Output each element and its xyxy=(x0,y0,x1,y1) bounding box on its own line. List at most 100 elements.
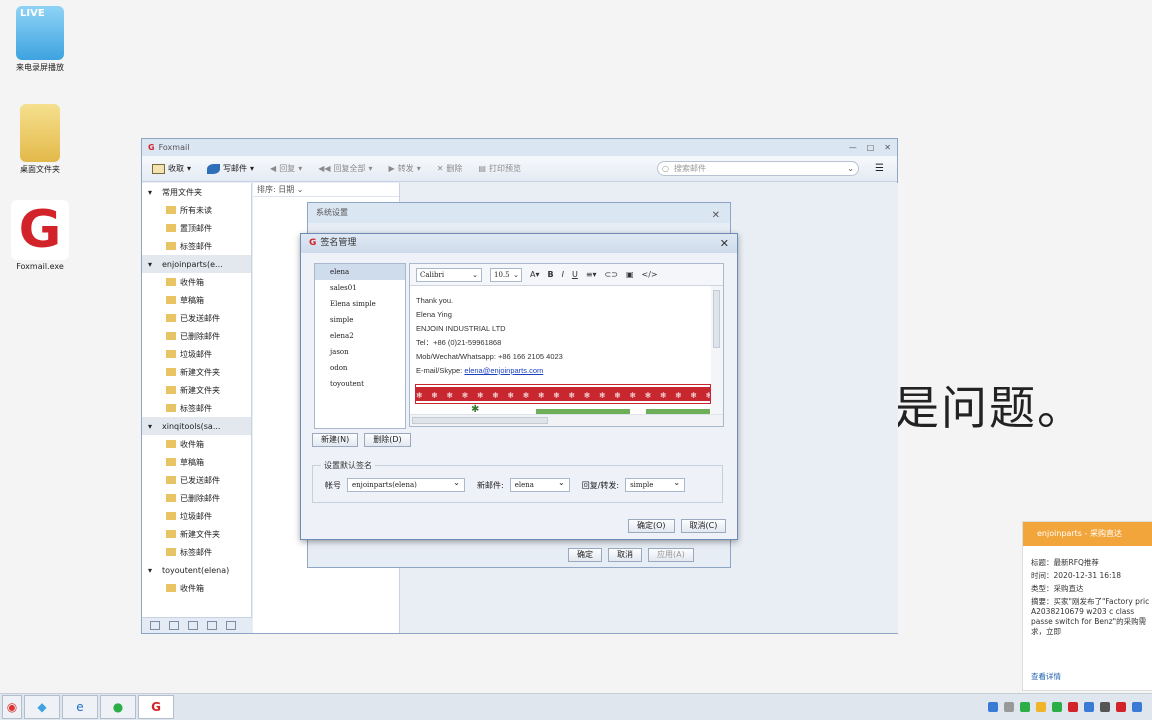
sidebar-folder[interactable]: 标签邮件 xyxy=(142,237,251,255)
html-source-icon[interactable]: </> xyxy=(642,270,658,279)
tray-icon[interactable] xyxy=(1116,702,1126,712)
wechat-taskbar-icon[interactable]: ● xyxy=(100,695,136,719)
tasks-icon[interactable] xyxy=(207,621,217,630)
foxmail-taskbar-icon[interactable]: G xyxy=(138,695,174,719)
sidebar-folder[interactable]: 新建文件夹 xyxy=(142,381,251,399)
tray-icon[interactable] xyxy=(1084,702,1094,712)
signature-list-item[interactable]: toyoutent xyxy=(315,376,405,392)
font-select[interactable]: Calibri ⌄ xyxy=(416,267,482,282)
menu-icon[interactable]: ☰ xyxy=(875,163,884,174)
signature-list-item[interactable]: sales01 xyxy=(315,280,405,296)
mail-icon[interactable] xyxy=(150,621,160,630)
ok-button[interactable]: 确定(O) xyxy=(628,519,675,533)
scroll-thumb[interactable] xyxy=(713,290,720,348)
calendar-icon[interactable] xyxy=(188,621,198,630)
signature-list-item[interactable]: jason xyxy=(315,344,405,360)
sidebar-folder[interactable]: 标签邮件 xyxy=(142,399,251,417)
close-icon[interactable]: ✕ xyxy=(884,143,891,152)
print-preview-button[interactable]: ▤ 打印预览 xyxy=(478,163,521,174)
sidebar-folder[interactable]: 所有未读 xyxy=(142,201,251,219)
reply-all-button[interactable]: ◀◀ 回复全部 ▾ xyxy=(318,163,372,174)
cancel-button[interactable]: 取消(C) xyxy=(680,519,727,533)
sidebar-folder[interactable]: 已删除邮件 xyxy=(142,327,251,345)
bold-icon[interactable]: B xyxy=(548,270,554,279)
tray-icon[interactable] xyxy=(1036,702,1046,712)
desktop-icon-live[interactable]: LIVE 来电录屏播放 xyxy=(8,6,72,73)
close-icon[interactable]: ✕ xyxy=(720,234,737,253)
cancel-button[interactable]: 取消 xyxy=(608,548,642,562)
newmail-select[interactable]: elena xyxy=(509,477,570,492)
sidebar-folder[interactable]: 垃圾邮件 xyxy=(142,507,251,525)
italic-icon[interactable]: I xyxy=(562,270,564,279)
ok-button[interactable]: 确定 xyxy=(568,548,602,562)
sidebar-folder[interactable]: 新建文件夹 xyxy=(142,363,251,381)
sidebar-folder[interactable]: 收件箱 xyxy=(142,273,251,291)
browser-taskbar-icon[interactable]: e xyxy=(62,695,98,719)
signature-list-item[interactable]: elena xyxy=(315,264,405,280)
sidebar-folder[interactable]: 已发送邮件 xyxy=(142,309,251,327)
desktop-icon-folder[interactable]: 桌面文件夹 xyxy=(8,104,72,175)
compose-button[interactable]: 写邮件 ▾ xyxy=(207,163,254,174)
sidebar-folder[interactable]: 已发送邮件 xyxy=(142,471,251,489)
sidebar-group[interactable]: ▾ 常用文件夹 xyxy=(142,183,251,201)
font-size-select[interactable]: 10.5 ⌄ xyxy=(490,267,522,282)
sidebar-folder[interactable]: 已删除邮件 xyxy=(142,489,251,507)
align-icon[interactable]: ≡▾ xyxy=(586,270,597,279)
receive-label: 收取 xyxy=(168,164,184,173)
sidebar-folder[interactable]: 标签邮件 xyxy=(142,543,251,561)
scroll-thumb[interactable] xyxy=(412,417,548,424)
font-color-icon[interactable]: A▾ xyxy=(530,270,540,279)
reply-select[interactable]: simple xyxy=(625,477,686,492)
account-select[interactable]: enjoinparts(elena) xyxy=(347,477,465,492)
minimize-icon[interactable]: — xyxy=(849,143,857,152)
tray-icon[interactable] xyxy=(1052,702,1062,712)
desktop-icon-foxmail[interactable]: G Foxmail.exe xyxy=(8,200,72,271)
tray-icon[interactable] xyxy=(1020,702,1030,712)
sidebar-folder[interactable]: 收件箱 xyxy=(142,579,251,597)
apply-button[interactable]: 应用(A) xyxy=(648,548,694,562)
tray-icon[interactable] xyxy=(1100,702,1110,712)
view-details-link[interactable]: 查看详情 xyxy=(1031,671,1061,682)
sidebar-folder[interactable]: 垃圾邮件 xyxy=(142,345,251,363)
tray-icon[interactable] xyxy=(1004,702,1014,712)
delete-button[interactable]: ✕ 删除 xyxy=(437,163,463,174)
sidebar-folder[interactable]: 草稿箱 xyxy=(142,453,251,471)
sidebar-folder[interactable]: 草稿箱 xyxy=(142,291,251,309)
vertical-scrollbar[interactable] xyxy=(711,286,723,414)
tray-icon[interactable] xyxy=(988,702,998,712)
signature-list-item[interactable]: elena2 xyxy=(315,328,405,344)
link-icon[interactable]: ⊂⊃ xyxy=(605,270,618,279)
folder-icon xyxy=(166,458,176,466)
tray-icon[interactable] xyxy=(1068,702,1078,712)
reply-button[interactable]: ◀ 回复 ▾ xyxy=(270,163,302,174)
chrome-taskbar-icon[interactable]: ◉ xyxy=(2,695,22,719)
sidebar-group[interactable]: ▾ enjoinparts(e... xyxy=(142,255,251,273)
email-link[interactable]: elena@enjoinparts.com xyxy=(464,366,543,375)
underline-icon[interactable]: U xyxy=(572,270,578,279)
delete-signature-button[interactable]: 删除(D) xyxy=(364,433,411,447)
search-input[interactable]: ○ 搜索邮件 ⌄ xyxy=(657,161,859,176)
new-signature-button[interactable]: 新建(N) xyxy=(312,433,359,447)
sidebar-folder[interactable]: 收件箱 xyxy=(142,435,251,453)
sidebar-folder[interactable]: 新建文件夹 xyxy=(142,525,251,543)
sort-header[interactable]: 排序: 日期 ⌄ xyxy=(253,183,399,197)
close-icon[interactable]: ✕ xyxy=(712,206,720,226)
tray-icon[interactable] xyxy=(1132,702,1142,712)
signature-list-item[interactable]: odon xyxy=(315,360,405,376)
notification-popup[interactable]: enjoinparts - 采购直达 标题：最新RFQ推荐 时间：2020-12… xyxy=(1022,521,1152,691)
sidebar-folder[interactable]: 置顶邮件 xyxy=(142,219,251,237)
contacts-icon[interactable] xyxy=(169,621,179,630)
signature-editor[interactable]: Calibri ⌄ 10.5 ⌄ A▾ B I U ≡▾ ⊂⊃ ▣ </> Th… xyxy=(409,263,724,427)
sidebar-group[interactable]: ▾ toyoutent(elena) xyxy=(142,561,251,579)
maximize-icon[interactable]: □ xyxy=(867,143,875,152)
search-dropdown-icon[interactable]: ⌄ xyxy=(847,162,854,175)
sidebar-group[interactable]: ▾ xinqitools(sa... xyxy=(142,417,251,435)
signature-list-item[interactable]: Elena simple xyxy=(315,296,405,312)
feed-icon[interactable] xyxy=(226,621,236,630)
image-icon[interactable]: ▣ xyxy=(626,270,634,279)
live-taskbar-icon[interactable]: ◆ xyxy=(24,695,60,719)
signature-list-item[interactable]: simple xyxy=(315,312,405,328)
forward-button[interactable]: ▶ 转发 ▾ xyxy=(389,163,421,174)
receive-button[interactable]: 收取 ▾ xyxy=(152,163,191,174)
horizontal-scrollbar[interactable] xyxy=(410,414,723,426)
